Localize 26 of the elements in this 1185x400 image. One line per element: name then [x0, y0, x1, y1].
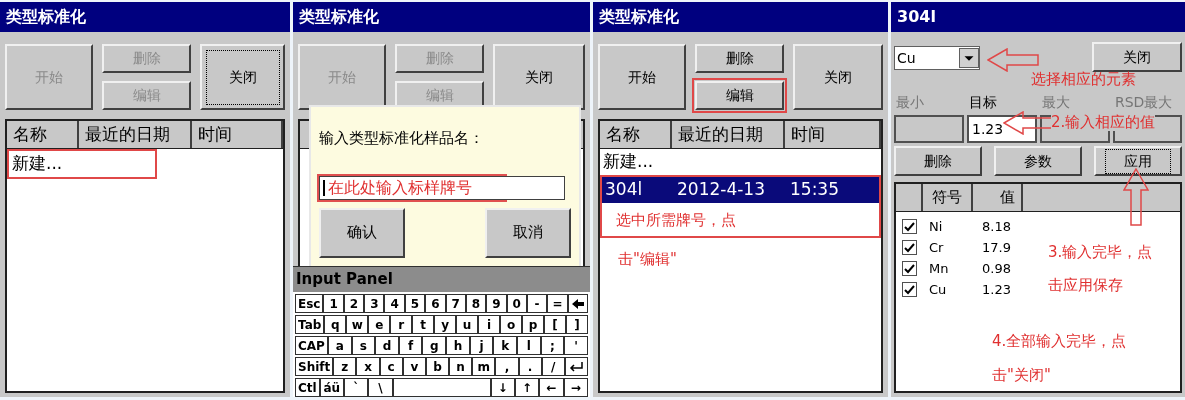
value-cell-text: 1.23	[981, 280, 1011, 299]
instruction-text: 击"关闭"	[992, 365, 1052, 386]
window-title: 类型标准化	[293, 2, 590, 32]
dialog-prompt: 输入类型标准化样品名：	[319, 128, 485, 149]
instruction-text: 击"编辑"	[617, 248, 678, 270]
value-cell-text: 17.9	[981, 238, 1011, 257]
input-panel-title: Input Panel	[293, 267, 590, 292]
instruction-text: 选中所需牌号，点	[615, 210, 737, 231]
field-label: 目标	[968, 93, 998, 112]
value-cell-text: 8.18	[981, 217, 1011, 236]
window-title: 304l	[891, 2, 1185, 32]
instruction-text: 击应用保存	[1048, 275, 1124, 296]
symbol-cell-text: Mn	[928, 259, 950, 278]
instruction-text: 选择相应的元素	[1031, 70, 1136, 88]
symbol-cell-text: Ni	[928, 217, 944, 236]
instruction-text: 3.输入完毕，点	[1048, 242, 1153, 263]
window-title: 类型标准化	[0, 2, 290, 32]
field-label: RSD最大	[1114, 93, 1174, 112]
field-label: 最小	[895, 93, 925, 112]
symbol-cell-text: Cu	[928, 280, 948, 299]
field-label: 最大	[1041, 93, 1071, 112]
symbol-cell-text: Cr	[928, 238, 945, 257]
instruction-tooltip: 2.输入相应的值	[1051, 113, 1156, 131]
instruction-text: 4.全部输入完毕，点	[992, 331, 1127, 352]
value-cell-text: 0.98	[981, 259, 1011, 278]
window-title: 类型标准化	[593, 2, 888, 32]
